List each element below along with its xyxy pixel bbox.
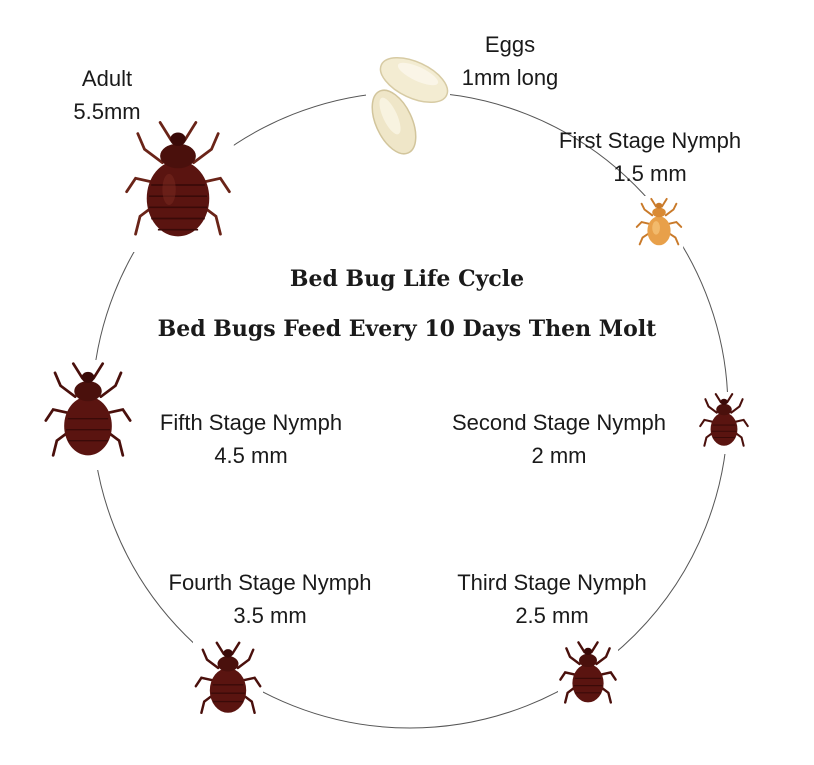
fourth-stage-nymph-icon — [193, 640, 263, 724]
fourth-stage-label: Fourth Stage Nymph 3.5 mm — [140, 566, 400, 632]
diagram-title: Bed Bug Life Cycle — [289, 266, 525, 292]
fourth-stage-name: Fourth Stage Nymph — [168, 570, 372, 595]
third-stage-nymph-icon — [558, 640, 618, 712]
life-cycle-diagram: Bed Bug Life Cycle Bed Bugs Feed Every 1… — [0, 0, 814, 765]
eggs-label: Eggs 1mm long — [440, 28, 580, 94]
fifth-stage-name: Fifth Stage Nymph — [159, 410, 343, 435]
fifth-stage-label: Fifth Stage Nymph 4.5 mm — [138, 406, 364, 472]
first-stage-size: 1.5 mm — [613, 161, 687, 186]
third-stage-label: Third Stage Nymph 2.5 mm — [432, 566, 672, 632]
adult-bed-bug-icon — [122, 118, 234, 252]
fifth-stage-size: 4.5 mm — [214, 443, 288, 468]
fifth-stage-nymph-icon — [42, 360, 134, 470]
eggs-size: 1mm long — [461, 65, 559, 90]
fourth-stage-size: 3.5 mm — [233, 603, 307, 628]
eggs-name: Eggs — [484, 32, 536, 57]
second-stage-size: 2 mm — [531, 443, 587, 468]
second-stage-name: Second Stage Nymph — [451, 410, 667, 435]
adult-name: Adult — [81, 66, 133, 91]
adult-label: Adult 5.5mm — [52, 62, 162, 128]
third-stage-size: 2.5 mm — [515, 603, 589, 628]
first-stage-nymph-icon — [634, 196, 684, 254]
diagram-subtitle: Bed Bugs Feed Every 10 Days Then Molt — [157, 316, 657, 342]
eggs-icon — [366, 50, 450, 156]
second-stage-nymph-icon — [698, 392, 750, 454]
first-stage-label: First Stage Nymph 1.5 mm — [530, 124, 770, 190]
adult-size: 5.5mm — [73, 99, 141, 124]
first-stage-name: First Stage Nymph — [558, 128, 742, 153]
second-stage-label: Second Stage Nymph 2 mm — [424, 406, 694, 472]
third-stage-name: Third Stage Nymph — [457, 570, 647, 595]
